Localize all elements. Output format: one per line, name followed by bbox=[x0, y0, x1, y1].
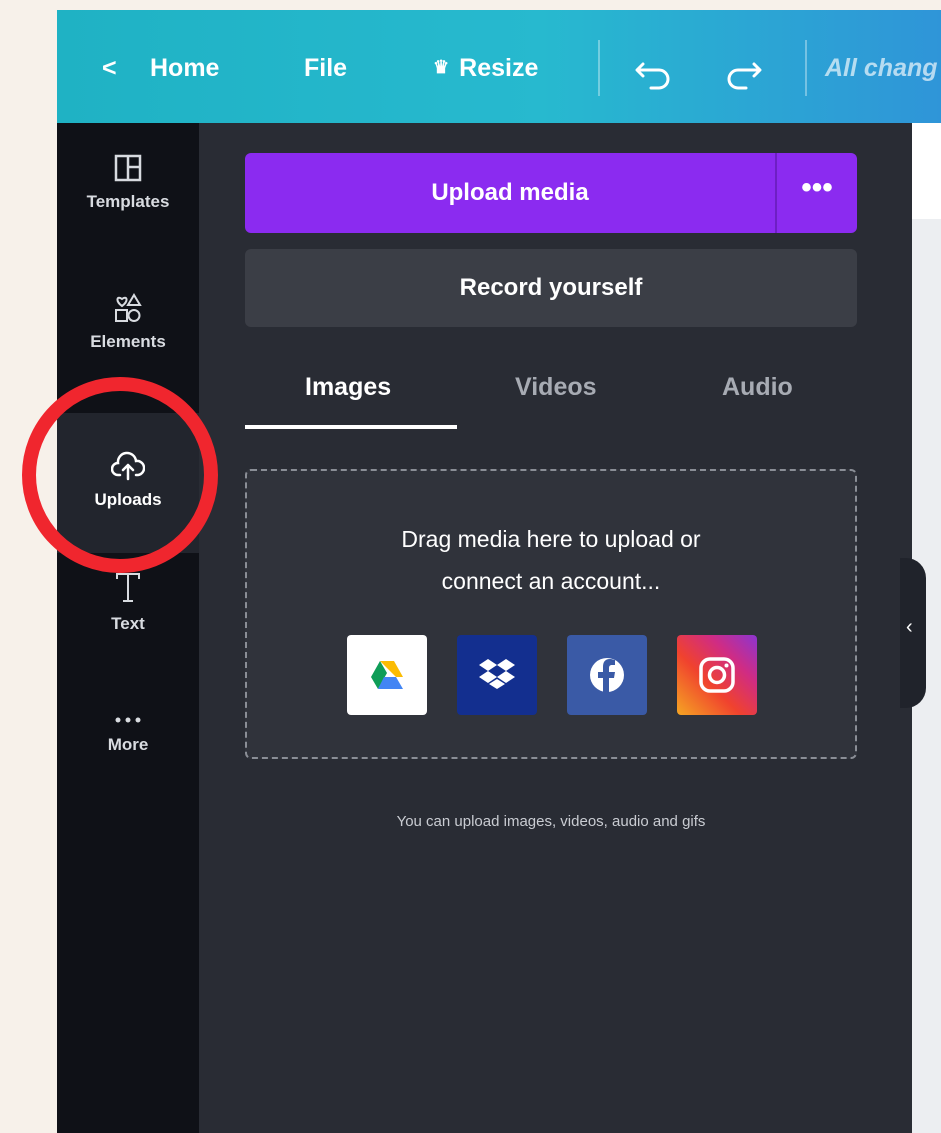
upload-media-button[interactable]: Upload media bbox=[245, 153, 775, 233]
more-icon bbox=[115, 717, 141, 723]
record-yourself-button[interactable]: Record yourself bbox=[245, 249, 857, 327]
collapse-panel-button[interactable]: ‹ bbox=[900, 558, 926, 708]
facebook-icon bbox=[590, 658, 624, 693]
rail-label-more: More bbox=[107, 735, 149, 754]
rail-item-uploads[interactable]: Uploads bbox=[57, 413, 199, 553]
save-status: All chang bbox=[825, 54, 938, 82]
rail-item-text[interactable]: Text bbox=[57, 571, 199, 634]
instagram-icon bbox=[699, 657, 735, 693]
toolbar-divider bbox=[805, 40, 807, 96]
redo-icon[interactable] bbox=[722, 54, 762, 97]
facebook-button[interactable] bbox=[567, 635, 647, 715]
canvas-toolbar bbox=[912, 123, 941, 219]
rail-label-templates: Templates bbox=[86, 192, 170, 211]
file-menu[interactable]: File bbox=[304, 54, 347, 83]
toolbar-divider bbox=[598, 40, 600, 96]
dropbox-icon bbox=[479, 659, 515, 689]
collapse-chevron-icon: ‹ bbox=[906, 616, 913, 638]
crown-icon: ♛ bbox=[433, 57, 450, 77]
text-icon bbox=[116, 573, 140, 602]
home-link[interactable]: Home bbox=[150, 54, 219, 83]
dropbox-button[interactable] bbox=[457, 635, 537, 715]
upload-more-options-button[interactable]: ••• bbox=[775, 153, 857, 233]
undo-icon[interactable] bbox=[635, 54, 675, 97]
top-toolbar: < Home File ♛ Resize All chang bbox=[57, 10, 941, 123]
rail-label-uploads: Uploads bbox=[94, 490, 162, 509]
instagram-button[interactable] bbox=[677, 635, 757, 715]
upload-cloud-icon bbox=[110, 451, 146, 481]
dropzone-text-line1: Drag media here to upload or bbox=[401, 526, 701, 552]
uploads-panel: Upload media ••• Record yourself Images … bbox=[199, 123, 912, 1133]
tab-audio[interactable]: Audio bbox=[722, 373, 793, 402]
rail-item-elements[interactable]: Elements bbox=[57, 293, 199, 352]
back-chevron-icon[interactable]: < bbox=[102, 54, 117, 83]
upload-hint-text: You can upload images, videos, audio and… bbox=[396, 813, 706, 830]
google-drive-button[interactable] bbox=[347, 635, 427, 715]
app-window: < Home File ♛ Resize All chang Templates … bbox=[57, 10, 941, 1133]
tab-videos[interactable]: Videos bbox=[515, 373, 597, 402]
rail-item-more[interactable]: More bbox=[57, 713, 199, 755]
rail-label-elements: Elements bbox=[90, 332, 166, 351]
rail-item-templates[interactable]: Templates bbox=[57, 153, 199, 212]
resize-button[interactable]: ♛ Resize bbox=[433, 54, 538, 83]
templates-icon bbox=[114, 154, 142, 182]
rail-label-text: Text bbox=[111, 614, 145, 633]
google-drive-icon bbox=[371, 661, 403, 689]
active-tab-indicator bbox=[245, 425, 457, 429]
resize-label: Resize bbox=[459, 54, 539, 82]
side-rail: Templates Elements Uploads Text More bbox=[57, 123, 199, 1133]
tab-images[interactable]: Images bbox=[305, 373, 391, 402]
upload-dropzone[interactable]: Drag media here to upload or connect an … bbox=[245, 469, 857, 759]
elements-icon bbox=[115, 293, 142, 322]
dropzone-text-line2: connect an account... bbox=[441, 568, 661, 594]
